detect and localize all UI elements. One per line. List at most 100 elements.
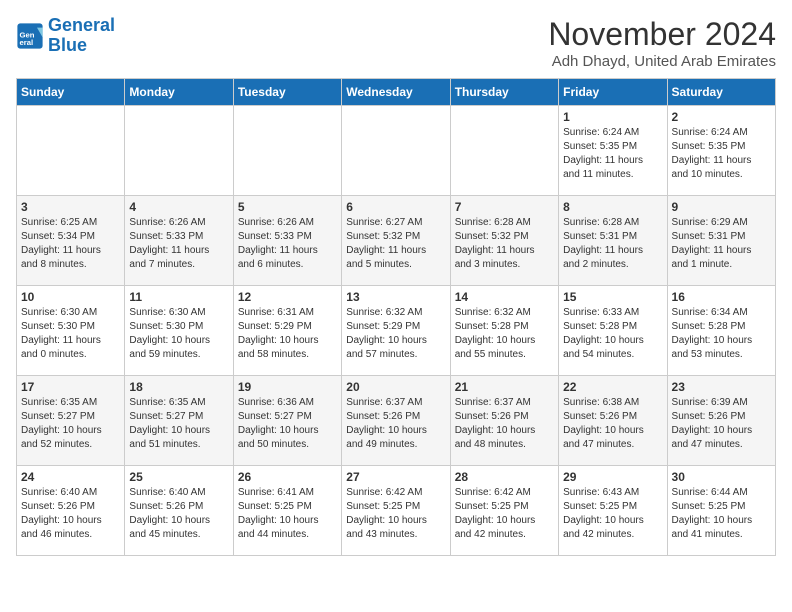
day-number: 9 <box>672 200 771 214</box>
calendar-title: November 2024 <box>548 16 776 53</box>
day-number: 1 <box>563 110 662 124</box>
day-info: Sunrise: 6:34 AM Sunset: 5:28 PM Dayligh… <box>672 306 771 362</box>
day-number: 23 <box>672 380 771 394</box>
day-number: 18 <box>129 380 228 394</box>
calendar-day-19: 19 Sunrise: 6:36 AM Sunset: 5:27 PM Dayli… <box>233 376 341 466</box>
day-info: Sunrise: 6:26 AM Sunset: 5:33 PM Dayligh… <box>129 216 228 272</box>
calendar-day-5: 5Sunrise: 6:26 AM Sunset: 5:33 PM Daylig… <box>233 196 341 286</box>
day-number: 8 <box>563 200 662 214</box>
day-info: Sunrise: 6:42 AM Sunset: 5:25 PM Dayligh… <box>346 486 445 542</box>
day-number: 17 <box>21 380 120 394</box>
day-info: Sunrise: 6:37 AM Sunset: 5:26 PM Dayligh… <box>346 396 445 452</box>
day-number: 13 <box>346 290 445 304</box>
day-info: Sunrise: 6:28 AM Sunset: 5:31 PM Dayligh… <box>563 216 662 272</box>
day-number: 16 <box>672 290 771 304</box>
day-number: 4 <box>129 200 228 214</box>
calendar-day-24: 24 Sunrise: 6:40 AM Sunset: 5:26 PM Dayli… <box>17 466 125 556</box>
calendar-day-29: 29 Sunrise: 6:43 AM Sunset: 5:25 PM Dayli… <box>559 466 667 556</box>
logo-text: General Blue <box>48 16 115 56</box>
calendar-day-6: 6Sunrise: 6:27 AM Sunset: 5:32 PM Daylig… <box>342 196 450 286</box>
calendar-day-4: 4 Sunrise: 6:26 AM Sunset: 5:33 PM Daylig… <box>125 196 233 286</box>
day-info: Sunrise: 6:40 AM Sunset: 5:26 PM Dayligh… <box>21 486 120 542</box>
day-info: Sunrise: 6:42 AM Sunset: 5:25 PM Dayligh… <box>455 486 554 542</box>
day-number: 14 <box>455 290 554 304</box>
day-info: Sunrise: 6:35 AM Sunset: 5:27 PM Dayligh… <box>129 396 228 452</box>
day-info: Sunrise: 6:33 AM Sunset: 5:28 PM Dayligh… <box>563 306 662 362</box>
day-info: Sunrise: 6:25 AM Sunset: 5:34 PM Dayligh… <box>21 216 120 272</box>
calendar-day-18: 18 Sunrise: 6:35 AM Sunset: 5:27 PM Dayli… <box>125 376 233 466</box>
calendar-day-23: 23 Sunrise: 6:39 AM Sunset: 5:26 PM Dayli… <box>667 376 775 466</box>
header-day-wednesday: Wednesday <box>342 79 450 106</box>
calendar-table: SundayMondayTuesdayWednesdayThursdayFrid… <box>16 78 776 556</box>
day-number: 21 <box>455 380 554 394</box>
day-info: Sunrise: 6:32 AM Sunset: 5:28 PM Dayligh… <box>455 306 554 362</box>
header-day-sunday: Sunday <box>17 79 125 106</box>
calendar-header: SundayMondayTuesdayWednesdayThursdayFrid… <box>17 79 776 106</box>
calendar-day-8: 8 Sunrise: 6:28 AM Sunset: 5:31 PM Daylig… <box>559 196 667 286</box>
empty-day <box>450 106 558 196</box>
calendar-week-4: 17 Sunrise: 6:35 AM Sunset: 5:27 PM Dayli… <box>17 376 776 466</box>
calendar-day-12: 12 Sunrise: 6:31 AM Sunset: 5:29 PM Dayli… <box>233 286 341 376</box>
day-info: Sunrise: 6:36 AM Sunset: 5:27 PM Dayligh… <box>238 396 337 452</box>
day-info: Sunrise: 6:37 AM Sunset: 5:26 PM Dayligh… <box>455 396 554 452</box>
day-number: 24 <box>21 470 120 484</box>
day-number: 29 <box>563 470 662 484</box>
calendar-subtitle: Adh Dhayd, United Arab Emirates <box>548 53 776 70</box>
calendar-day-9: 9 Sunrise: 6:29 AM Sunset: 5:31 PM Daylig… <box>667 196 775 286</box>
header-day-tuesday: Tuesday <box>233 79 341 106</box>
header-day-monday: Monday <box>125 79 233 106</box>
calendar-day-26: 26Sunrise: 6:41 AM Sunset: 5:25 PM Dayli… <box>233 466 341 556</box>
day-number: 12 <box>238 290 337 304</box>
day-number: 26 <box>238 470 337 484</box>
day-info: Sunrise: 6:28 AM Sunset: 5:32 PM Dayligh… <box>455 216 554 272</box>
empty-day <box>233 106 341 196</box>
header-day-friday: Friday <box>559 79 667 106</box>
day-info: Sunrise: 6:30 AM Sunset: 5:30 PM Dayligh… <box>21 306 120 362</box>
day-info: Sunrise: 6:30 AM Sunset: 5:30 PM Dayligh… <box>129 306 228 362</box>
day-info: Sunrise: 6:26 AM Sunset: 5:33 PM Dayligh… <box>238 216 337 272</box>
calendar-week-1: 1Sunrise: 6:24 AM Sunset: 5:35 PM Daylig… <box>17 106 776 196</box>
day-info: Sunrise: 6:39 AM Sunset: 5:26 PM Dayligh… <box>672 396 771 452</box>
day-number: 10 <box>21 290 120 304</box>
calendar-day-21: 21 Sunrise: 6:37 AM Sunset: 5:26 PM Dayli… <box>450 376 558 466</box>
calendar-day-10: 10 Sunrise: 6:30 AM Sunset: 5:30 PM Dayli… <box>17 286 125 376</box>
header-row: SundayMondayTuesdayWednesdayThursdayFrid… <box>17 79 776 106</box>
calendar-day-20: 20 Sunrise: 6:37 AM Sunset: 5:26 PM Dayli… <box>342 376 450 466</box>
day-number: 30 <box>672 470 771 484</box>
calendar-day-25: 25Sunrise: 6:40 AM Sunset: 5:26 PM Dayli… <box>125 466 233 556</box>
calendar-day-27: 27 Sunrise: 6:42 AM Sunset: 5:25 PM Dayli… <box>342 466 450 556</box>
calendar-day-3: 3 Sunrise: 6:25 AM Sunset: 5:34 PM Daylig… <box>17 196 125 286</box>
day-info: Sunrise: 6:31 AM Sunset: 5:29 PM Dayligh… <box>238 306 337 362</box>
title-block: November 2024 Adh Dhayd, United Arab Emi… <box>548 16 776 70</box>
calendar-day-1: 1Sunrise: 6:24 AM Sunset: 5:35 PM Daylig… <box>559 106 667 196</box>
day-number: 19 <box>238 380 337 394</box>
header-day-thursday: Thursday <box>450 79 558 106</box>
header-day-saturday: Saturday <box>667 79 775 106</box>
calendar-day-2: 2Sunrise: 6:24 AM Sunset: 5:35 PM Daylig… <box>667 106 775 196</box>
day-number: 6 <box>346 200 445 214</box>
day-number: 11 <box>129 290 228 304</box>
day-info: Sunrise: 6:29 AM Sunset: 5:31 PM Dayligh… <box>672 216 771 272</box>
calendar-day-7: 7 Sunrise: 6:28 AM Sunset: 5:32 PM Daylig… <box>450 196 558 286</box>
day-info: Sunrise: 6:44 AM Sunset: 5:25 PM Dayligh… <box>672 486 771 542</box>
calendar-day-28: 28Sunrise: 6:42 AM Sunset: 5:25 PM Dayli… <box>450 466 558 556</box>
day-number: 7 <box>455 200 554 214</box>
empty-day <box>342 106 450 196</box>
calendar-day-22: 22Sunrise: 6:38 AM Sunset: 5:26 PM Dayli… <box>559 376 667 466</box>
day-info: Sunrise: 6:43 AM Sunset: 5:25 PM Dayligh… <box>563 486 662 542</box>
calendar-day-16: 16 Sunrise: 6:34 AM Sunset: 5:28 PM Dayli… <box>667 286 775 376</box>
day-number: 27 <box>346 470 445 484</box>
page-header: Gen eral General Blue November 2024 Adh … <box>16 16 776 70</box>
day-number: 2 <box>672 110 771 124</box>
calendar-week-3: 10 Sunrise: 6:30 AM Sunset: 5:30 PM Dayli… <box>17 286 776 376</box>
day-number: 15 <box>563 290 662 304</box>
day-info: Sunrise: 6:35 AM Sunset: 5:27 PM Dayligh… <box>21 396 120 452</box>
day-number: 3 <box>21 200 120 214</box>
day-number: 20 <box>346 380 445 394</box>
calendar-day-30: 30 Sunrise: 6:44 AM Sunset: 5:25 PM Dayli… <box>667 466 775 556</box>
calendar-day-13: 13Sunrise: 6:32 AM Sunset: 5:29 PM Dayli… <box>342 286 450 376</box>
day-info: Sunrise: 6:38 AM Sunset: 5:26 PM Dayligh… <box>563 396 662 452</box>
calendar-body: 1Sunrise: 6:24 AM Sunset: 5:35 PM Daylig… <box>17 106 776 556</box>
day-info: Sunrise: 6:40 AM Sunset: 5:26 PM Dayligh… <box>129 486 228 542</box>
calendar-week-5: 24 Sunrise: 6:40 AM Sunset: 5:26 PM Dayli… <box>17 466 776 556</box>
